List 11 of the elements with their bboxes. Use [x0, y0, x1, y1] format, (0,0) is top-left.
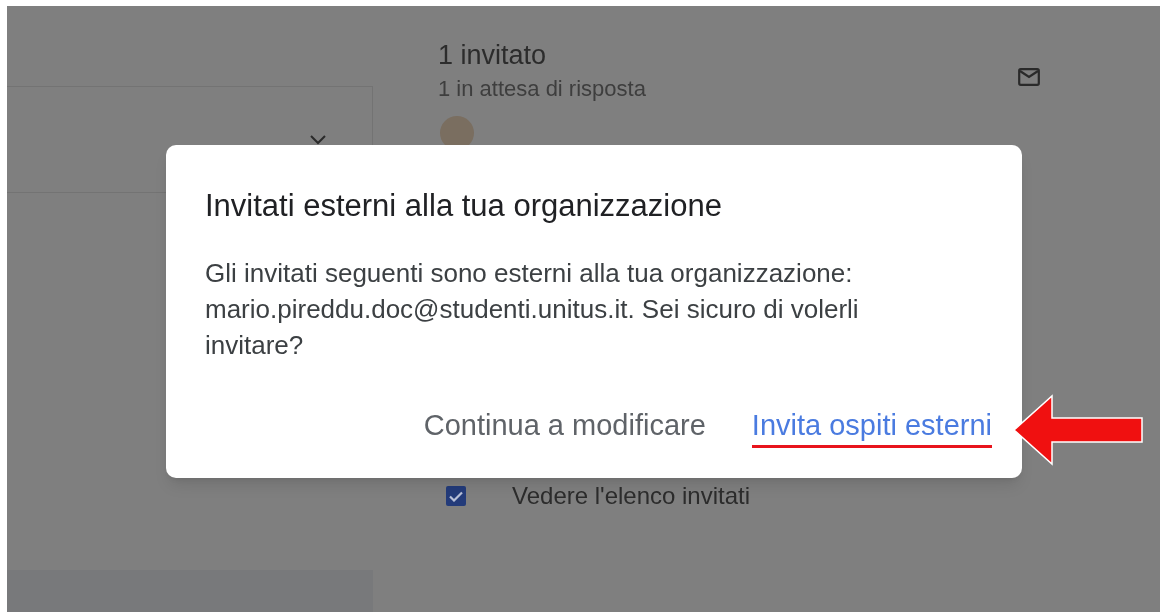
checkmark-icon — [449, 490, 463, 502]
guest-status: 1 in attesa di risposta — [438, 76, 646, 102]
guest-count: 1 invitato — [438, 40, 548, 70]
mail-icon[interactable] — [1018, 68, 1040, 86]
dialog-message: Gli invitati seguenti sono esterni alla tua organizzazione: mario.pireddu.doc@studenti.unitus.it. Sei sicuro di volerli invitare? — [205, 257, 860, 362]
invite-button[interactable]: Invita ospiti esterni — [751, 407, 992, 443]
continue-button[interactable]: Continua a modificare — [423, 407, 706, 443]
chevron-down-icon — [310, 134, 326, 145]
dialog-title: Invitati esterni alla tua organizzazione — [205, 189, 723, 223]
checkbox-label: Vedere l'elenco invitati — [512, 481, 751, 511]
checkbox[interactable] — [446, 486, 466, 506]
